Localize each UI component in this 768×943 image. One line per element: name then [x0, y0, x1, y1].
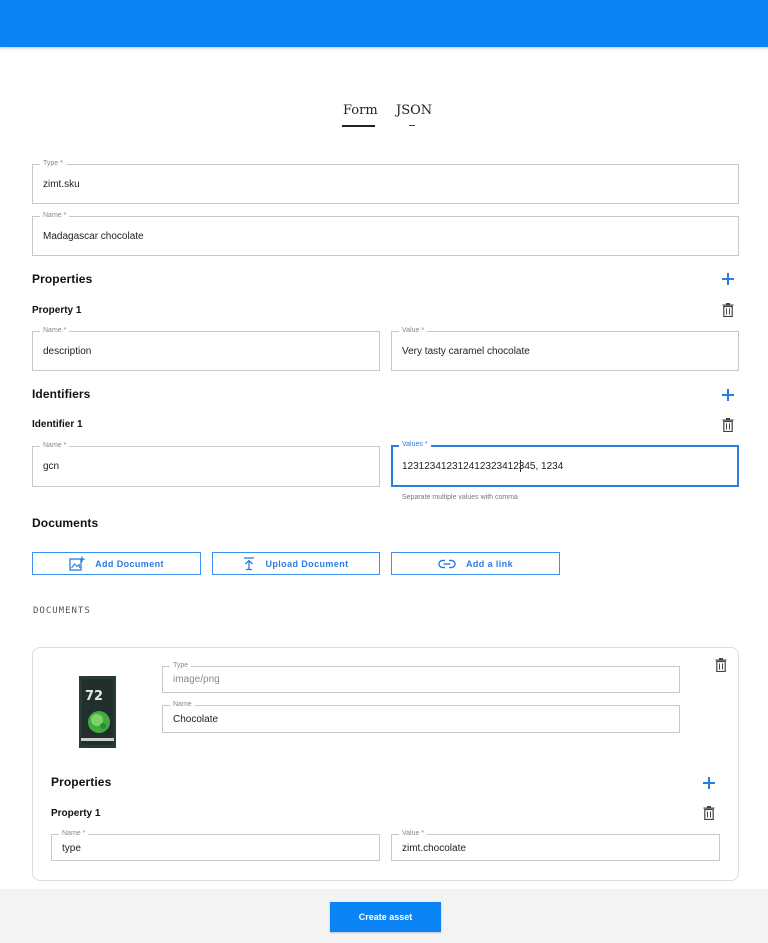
identifier-1-values-hint: Separate multiple values with comma: [402, 494, 518, 501]
identifier-1-name-value: gcn: [43, 461, 60, 472]
property-1-name-value: description: [43, 346, 92, 357]
identifier-1-name-field[interactable]: Name * gcn: [32, 441, 380, 487]
property-1-name-label: Name *: [40, 326, 70, 336]
document-property-1-value-value: zimt.chocolate: [402, 843, 466, 854]
add-photo-icon: [69, 556, 85, 571]
top-app-bar: [0, 0, 768, 47]
add-link-button[interactable]: Add a link: [391, 552, 560, 575]
asset-name-field[interactable]: Name * Madagascar chocolate: [32, 211, 739, 256]
asset-type-label: Type *: [40, 159, 66, 169]
delete-property-1-trash-icon[interactable]: [722, 303, 734, 317]
identifier-1-values-value: 123123412312412323412345, 1234: [402, 461, 564, 472]
upload-document-button[interactable]: Upload Document: [212, 552, 380, 575]
tab-json[interactable]: JSON: [396, 103, 432, 118]
document-name-value: Chocolate: [173, 714, 219, 725]
tab-form[interactable]: Form: [343, 103, 378, 118]
tab-form-active-indicator: [342, 125, 375, 127]
delete-identifier-1-trash-icon[interactable]: [722, 418, 734, 432]
add-document-button[interactable]: Add Document: [32, 552, 201, 575]
property-1-title: Property 1: [32, 305, 82, 316]
document-properties-heading: Properties: [51, 775, 112, 789]
asset-type-value: zimt.sku: [43, 179, 80, 190]
add-document-label: Add Document: [95, 558, 164, 569]
property-1-value-label: Value *: [399, 326, 428, 336]
document-property-1-title: Property 1: [51, 808, 101, 819]
document-property-1-value-label: Value *: [399, 829, 428, 839]
properties-heading: Properties: [32, 272, 93, 286]
document-thumbnail-image: 72: [79, 676, 116, 748]
document-property-1-name-field[interactable]: Name * type: [51, 829, 380, 861]
document-type-field[interactable]: Type image/png: [162, 661, 680, 693]
identifier-1-name-label: Name *: [40, 441, 70, 451]
add-identifier-plus-icon[interactable]: [721, 388, 735, 402]
property-1-name-field[interactable]: Name * description: [32, 326, 380, 371]
identifier-1-values-label: Values *: [399, 440, 431, 450]
document-name-label: Name: [170, 700, 195, 710]
identifier-1-title: Identifier 1: [32, 419, 83, 430]
asset-name-value: Madagascar chocolate: [43, 231, 144, 242]
add-document-property-plus-icon[interactable]: [702, 776, 716, 790]
asset-name-label: Name *: [40, 211, 70, 221]
asset-type-field[interactable]: Type * zimt.sku: [32, 159, 739, 204]
add-property-plus-icon[interactable]: [721, 272, 735, 286]
property-1-value-value: Very tasty caramel chocolate: [402, 346, 530, 357]
document-property-1-value-field[interactable]: Value * zimt.chocolate: [391, 829, 720, 861]
upload-icon: [244, 556, 255, 570]
identifier-1-values-field[interactable]: Values * 123123412312412323412345, 1234: [391, 440, 739, 487]
document-name-field[interactable]: Name Chocolate: [162, 700, 680, 733]
delete-document-trash-icon[interactable]: [715, 658, 727, 672]
documents-heading: Documents: [32, 516, 99, 530]
delete-document-property-1-trash-icon[interactable]: [703, 806, 715, 820]
document-property-1-name-value: type: [62, 843, 81, 854]
document-type-value: image/png: [173, 674, 220, 685]
link-icon: [438, 559, 456, 568]
text-caret: [520, 460, 521, 472]
add-link-label: Add a link: [465, 558, 513, 569]
documents-caption: DOCUMENTS: [33, 606, 91, 616]
view-tabs: Form JSON: [0, 103, 768, 133]
document-type-label: Type: [170, 661, 192, 671]
document-property-1-name-label: Name *: [59, 829, 89, 839]
svg-text:72: 72: [85, 689, 103, 704]
identifiers-heading: Identifiers: [32, 387, 91, 401]
tab-json-indicator: [409, 125, 415, 126]
create-asset-button[interactable]: Create asset: [330, 902, 441, 932]
upload-document-label: Upload Document: [265, 558, 349, 569]
property-1-value-field[interactable]: Value * Very tasty caramel chocolate: [391, 326, 739, 371]
